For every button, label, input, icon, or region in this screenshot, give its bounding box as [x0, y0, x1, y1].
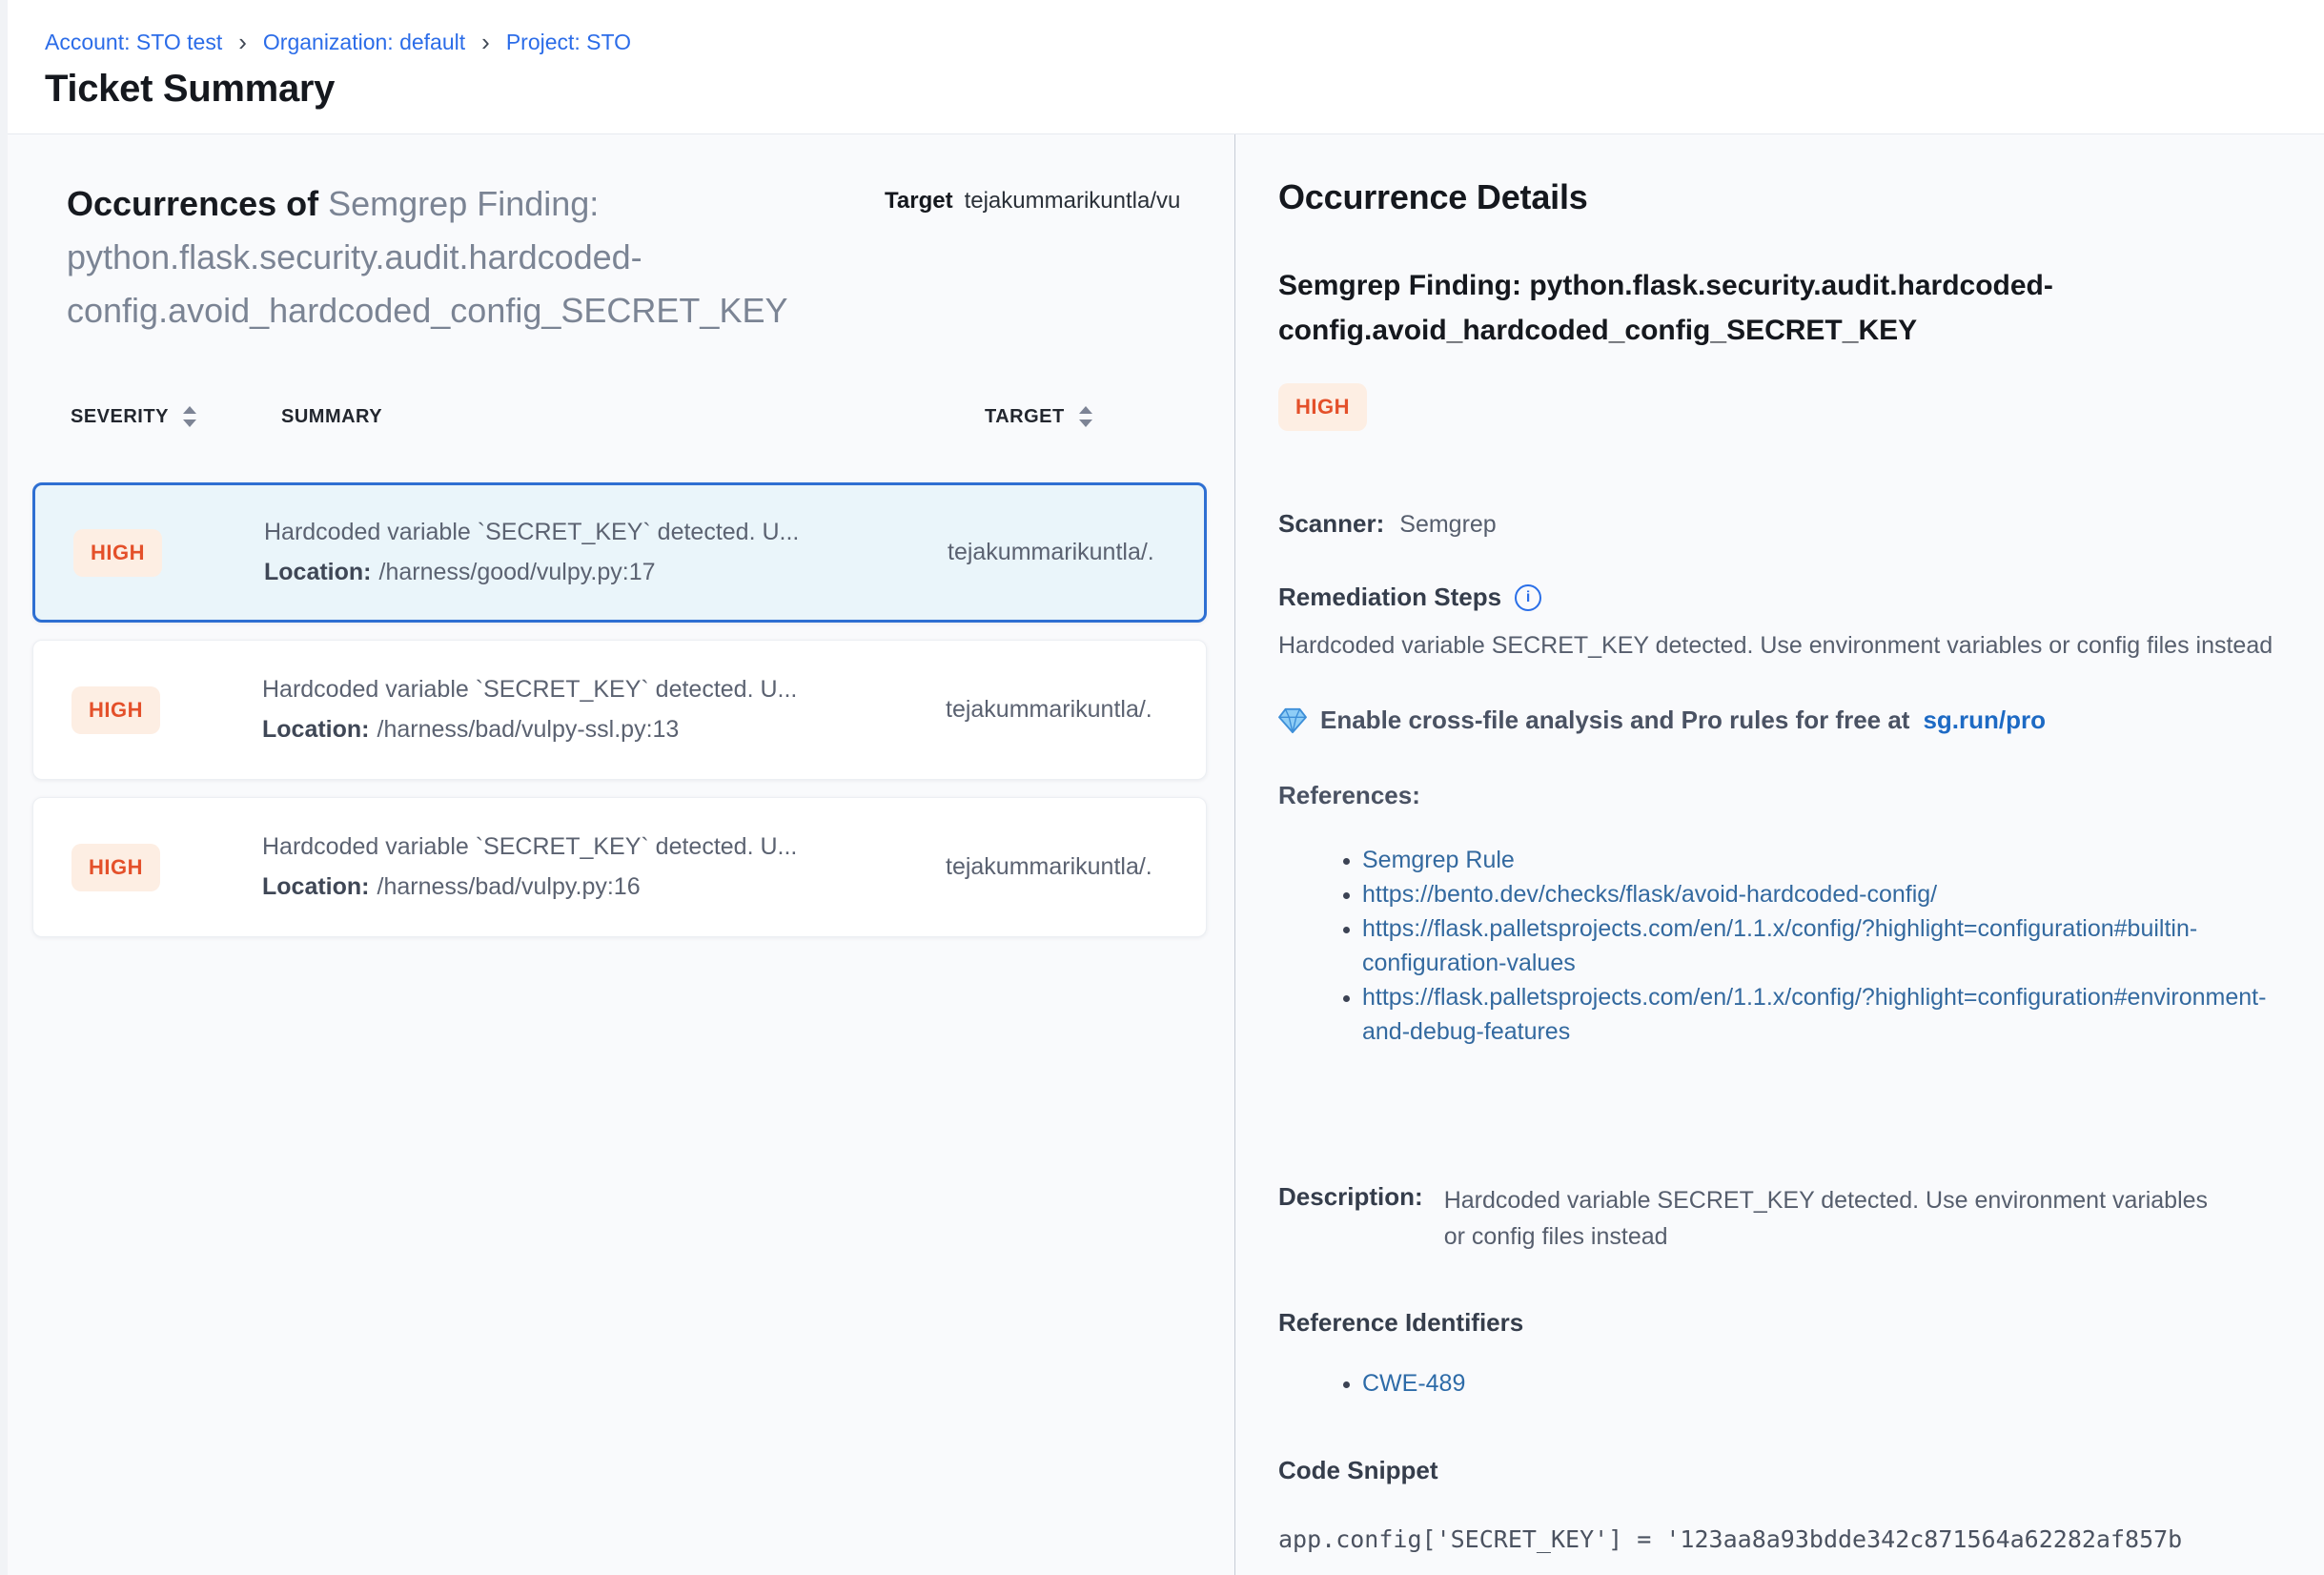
sort-icon[interactable] — [180, 403, 199, 430]
breadcrumb-link[interactable]: Organization: default — [263, 29, 465, 55]
row-location: Location: /harness/good/vulpy.py:17 — [264, 559, 886, 586]
cwe-link[interactable]: CWE-489 — [1362, 1370, 1465, 1397]
page-title: Ticket Summary — [45, 68, 2324, 111]
pro-tip-link[interactable]: sg.run/pro — [1923, 706, 2046, 735]
occurrences-table-body: HIGH Hardcoded variable `SECRET_KEY` dete… — [32, 482, 1207, 937]
occurrences-table-header: SEVERITY SUMMARY TARGET — [32, 393, 1207, 440]
references-heading: References: — [1278, 781, 2286, 810]
code-snippet-heading: Code Snippet — [1278, 1456, 2286, 1485]
reference-item: Semgrep Rule — [1362, 843, 2286, 877]
reference-link[interactable]: Semgrep Rule — [1362, 847, 1515, 873]
pro-tip-line: Enable cross-file analysis and Pro rules… — [1278, 706, 2286, 735]
scanner-value: Semgrep — [1399, 511, 1496, 538]
gem-icon — [1278, 707, 1307, 734]
row-location-value: /harness/good/vulpy.py:17 — [379, 559, 656, 585]
target-label: Target — [885, 188, 953, 214]
severity-cell: HIGH — [71, 844, 262, 891]
severity-badge-line: HIGH — [1278, 383, 2286, 431]
description-text: Hardcoded variable SECRET_KEY detected. … — [1444, 1182, 2226, 1255]
summary-cell: Hardcoded variable `SECRET_KEY` detected… — [262, 833, 884, 901]
breadcrumb-link[interactable]: Account: STO test — [45, 29, 222, 55]
occurrence-row[interactable]: HIGH Hardcoded variable `SECRET_KEY` dete… — [32, 640, 1207, 780]
code-snippet: app.config['SECRET_KEY'] = '123aa8a93bdd… — [1278, 1525, 2286, 1553]
details-heading: Occurrence Details — [1278, 177, 2286, 217]
occurrences-heading-bold: Occurrences of — [67, 184, 318, 223]
description-row: Description: Hardcoded variable SECRET_K… — [1278, 1182, 2286, 1255]
row-target: tejakummarikuntla/. — [886, 539, 1172, 566]
target-info: Target tejakummarikuntla/vu — [885, 187, 1234, 215]
description-label: Description: — [1278, 1182, 1423, 1255]
row-target: tejakummarikuntla/. — [884, 696, 1170, 724]
reference-link[interactable]: https://flask.palletsprojects.com/en/1.1… — [1362, 984, 2266, 1045]
severity-cell: HIGH — [71, 686, 262, 734]
occurrences-heading: Occurrences of Semgrep Finding: python.f… — [67, 177, 910, 338]
target-value: tejakummarikuntla/vu — [965, 188, 1181, 214]
severity-cell: HIGH — [73, 529, 264, 577]
breadcrumb: Account: STO test › Organization: default ›… — [45, 29, 2324, 55]
remediation-steps-heading: Remediation Steps — [1278, 583, 2286, 612]
occurrence-details-panel: Occurrence Details Semgrep Finding: pyth… — [1235, 134, 2324, 1575]
sort-icon[interactable] — [1076, 403, 1095, 430]
breadcrumb-link[interactable]: Project: STO — [506, 29, 631, 55]
breadcrumb-separator-icon: › — [481, 31, 490, 52]
column-header-target-label: TARGET — [985, 406, 1065, 428]
reference-identifier-item: CWE-489 — [1362, 1366, 2286, 1401]
row-location-label: Location: — [262, 716, 370, 743]
row-location-value: /harness/bad/vulpy.py:16 — [377, 873, 641, 900]
content-panels: Occurrences of Semgrep Finding: python.f… — [0, 134, 2324, 1575]
occurrence-row[interactable]: HIGH Hardcoded variable `SECRET_KEY` dete… — [32, 482, 1207, 623]
reference-identifiers-heading: Reference Identifiers — [1278, 1308, 2286, 1338]
info-icon[interactable] — [1515, 584, 1541, 611]
ticket-summary-page: Account: STO test › Organization: default ›… — [0, 0, 2324, 1575]
row-target: tejakummarikuntla/. — [884, 853, 1170, 881]
reference-identifiers-list: CWE-489 — [1278, 1366, 2286, 1401]
reference-link[interactable]: https://bento.dev/checks/flask/avoid-har… — [1362, 881, 1937, 908]
row-summary: Hardcoded variable `SECRET_KEY` detected… — [264, 519, 886, 546]
references-list: Semgrep Rule https://bento.dev/checks/fla… — [1278, 843, 2286, 1049]
row-location: Location: /harness/bad/vulpy.py:16 — [262, 873, 884, 901]
row-location-value: /harness/bad/vulpy-ssl.py:13 — [377, 716, 680, 743]
scanner-row: Scanner: Semgrep — [1278, 509, 2286, 539]
reference-item: https://flask.palletsprojects.com/en/1.1… — [1362, 980, 2286, 1049]
remediation-text: Hardcoded variable SECRET_KEY detected. … — [1278, 627, 2286, 664]
summary-cell: Hardcoded variable `SECRET_KEY` detected… — [264, 519, 886, 586]
finding-title: Semgrep Finding: python.flask.security.a… — [1278, 263, 2286, 353]
column-header-summary-label: SUMMARY — [281, 406, 382, 428]
reference-item: https://bento.dev/checks/flask/avoid-har… — [1362, 877, 2286, 911]
reference-item: https://flask.palletsprojects.com/en/1.1… — [1362, 911, 2286, 980]
column-header-severity-label: SEVERITY — [71, 406, 169, 428]
summary-cell: Hardcoded variable `SECRET_KEY` detected… — [262, 676, 884, 744]
row-location-label: Location: — [262, 873, 370, 900]
row-location-label: Location: — [264, 559, 372, 585]
row-summary: Hardcoded variable `SECRET_KEY` detected… — [262, 676, 884, 704]
severity-badge: HIGH — [1278, 383, 1367, 431]
severity-badge: HIGH — [71, 844, 160, 891]
severity-badge: HIGH — [73, 529, 162, 577]
pro-tip-text: Enable cross-file analysis and Pro rules… — [1320, 706, 1909, 735]
row-location: Location: /harness/bad/vulpy-ssl.py:13 — [262, 716, 884, 744]
remediation-steps-label: Remediation Steps — [1278, 583, 1501, 612]
left-edge-strip — [0, 0, 8, 1575]
page-header: Account: STO test › Organization: default ›… — [0, 0, 2324, 134]
occurrences-panel: Occurrences of Semgrep Finding: python.f… — [0, 134, 1235, 1575]
severity-badge: HIGH — [71, 686, 160, 734]
breadcrumb-separator-icon: › — [238, 31, 247, 52]
row-summary: Hardcoded variable `SECRET_KEY` detected… — [262, 833, 884, 861]
reference-link[interactable]: https://flask.palletsprojects.com/en/1.1… — [1362, 915, 2197, 976]
column-header-severity[interactable]: SEVERITY — [71, 403, 261, 430]
column-header-target[interactable]: TARGET — [883, 403, 1169, 430]
column-header-summary[interactable]: SUMMARY — [261, 406, 883, 428]
occurrence-row[interactable]: HIGH Hardcoded variable `SECRET_KEY` dete… — [32, 797, 1207, 937]
scanner-label: Scanner: — [1278, 509, 1384, 538]
